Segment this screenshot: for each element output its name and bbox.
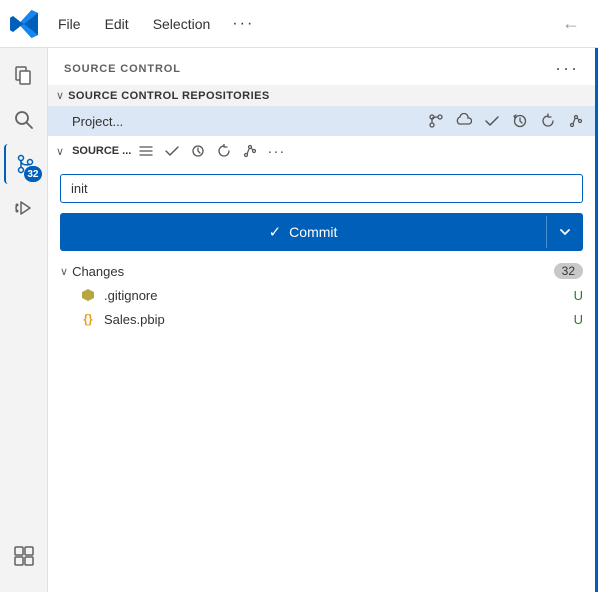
main-area: 32 SOURCE CONTROL ··· — [0, 48, 598, 592]
chevron-down-icon: ∨ — [56, 89, 64, 102]
list-item[interactable]: .gitignore U — [48, 283, 595, 307]
commit-button-main[interactable]: ✓ Commit — [60, 213, 546, 251]
changes-chevron-icon: ∨ — [60, 265, 68, 278]
source-refresh-icon[interactable] — [213, 140, 235, 162]
search-icon[interactable] — [4, 100, 44, 140]
source-check-icon[interactable] — [161, 140, 183, 162]
panel-header: SOURCE CONTROL ··· — [48, 48, 595, 85]
repositories-section-header[interactable]: ∨ SOURCE CONTROL REPOSITORIES — [48, 85, 595, 106]
source-section-header[interactable]: ∨ SOURCE ... — [48, 136, 595, 166]
pbip-filename: Sales.pbip — [104, 312, 566, 327]
panel-title: SOURCE CONTROL — [64, 63, 181, 75]
extensions-icon[interactable] — [4, 536, 44, 576]
repositories-section-title: SOURCE CONTROL REPOSITORIES — [68, 90, 587, 102]
commit-button[interactable]: ✓ Commit — [60, 213, 583, 251]
gitignore-filename: .gitignore — [104, 288, 566, 303]
commit-button-label: Commit — [289, 224, 337, 240]
panel-header-icons: ··· — [555, 58, 579, 79]
repo-icons — [425, 110, 587, 132]
source-section-title: SOURCE ... — [72, 145, 131, 157]
commit-message-input[interactable] — [60, 174, 583, 203]
file-menu[interactable]: File — [48, 12, 91, 36]
activity-bar: 32 — [0, 48, 48, 592]
side-panel: SOURCE CONTROL ··· ∨ SOURCE CONTROL REPO… — [48, 48, 598, 592]
pbip-file-icon: {} — [80, 311, 96, 327]
changes-count-badge: 32 — [554, 263, 583, 279]
title-bar: File Edit Selection ··· ← — [0, 0, 598, 48]
source-graph-icon[interactable] — [239, 140, 261, 162]
repo-name: Project... — [72, 114, 419, 129]
panel-more-icon[interactable]: ··· — [555, 58, 579, 79]
commit-input-wrap — [48, 166, 595, 207]
history-icon[interactable] — [509, 110, 531, 132]
commit-btn-wrap: ✓ Commit — [48, 207, 595, 259]
source-control-icon[interactable]: 32 — [4, 144, 44, 184]
gitignore-file-icon — [80, 287, 96, 303]
more-menus[interactable]: ··· — [224, 11, 262, 37]
vscode-logo — [8, 8, 40, 40]
explorer-icon[interactable] — [4, 56, 44, 96]
run-debug-icon[interactable] — [4, 188, 44, 228]
source-history-icon[interactable] — [187, 140, 209, 162]
source-section-icons: ··· — [135, 140, 587, 162]
edit-menu[interactable]: Edit — [95, 12, 139, 36]
cloud-icon[interactable] — [453, 110, 475, 132]
refresh-icon[interactable] — [537, 110, 559, 132]
file-list: .gitignore U {} Sales.pbip U — [48, 283, 595, 592]
pbip-status: U — [574, 312, 583, 327]
changes-title: Changes — [72, 264, 554, 279]
changes-section-header[interactable]: ∨ Changes 32 — [48, 259, 595, 283]
commit-check-icon: ✓ — [269, 223, 282, 241]
check-icon[interactable] — [481, 110, 503, 132]
gitignore-status: U — [574, 288, 583, 303]
back-button[interactable]: ← — [552, 9, 590, 38]
source-ellipsis-icon[interactable]: ··· — [265, 140, 287, 162]
source-chevron-icon: ∨ — [56, 145, 64, 158]
source-menu-icon[interactable] — [135, 140, 157, 162]
menu-bar: File Edit Selection ··· — [48, 11, 552, 37]
selection-menu[interactable]: Selection — [143, 12, 221, 36]
commit-dropdown-button[interactable] — [546, 216, 583, 248]
repo-row[interactable]: Project... — [48, 106, 595, 136]
source-control-badge: 32 — [24, 166, 41, 182]
graph-icon[interactable] — [565, 110, 587, 132]
list-item[interactable]: {} Sales.pbip U — [48, 307, 595, 331]
branch-icon[interactable] — [425, 110, 447, 132]
